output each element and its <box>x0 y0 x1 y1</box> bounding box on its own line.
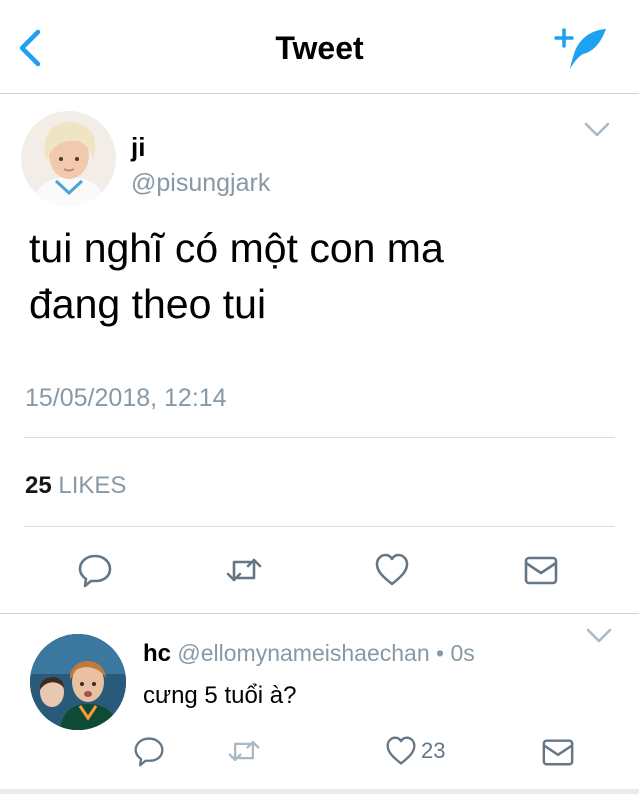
likes-label: LIKES <box>58 472 127 499</box>
reply-like-count: 23 <box>421 738 446 763</box>
reply-author-name: hc <box>143 640 172 667</box>
tweet-timestamp: 15/05/2018, 12:14 <box>25 384 227 412</box>
top-bar: Tweet <box>0 0 639 94</box>
tweet-author-handle[interactable]: @pisungjark <box>131 169 270 198</box>
divider <box>0 613 639 614</box>
like-icon[interactable] <box>385 735 417 767</box>
page-title: Tweet <box>275 30 364 66</box>
avatar[interactable] <box>21 111 116 206</box>
retweet-icon[interactable] <box>226 552 262 588</box>
reply-author-handle-time: @ellomynameishaechan • 0s <box>177 640 475 666</box>
like-icon[interactable] <box>374 552 410 588</box>
chevron-down-icon[interactable] <box>585 627 613 645</box>
reply-text: cưng 5 tuổi à? <box>143 682 297 709</box>
likes-summary[interactable]: 25 LIKES <box>25 472 126 500</box>
reply-icon[interactable] <box>77 552 113 588</box>
likes-count: 25 <box>25 472 52 499</box>
direct-message-icon[interactable] <box>523 552 559 588</box>
tweet-text-line: đang theo tui <box>29 281 267 327</box>
direct-message-icon[interactable] <box>541 735 575 769</box>
tweet-text: tui nghĩ có một con ma đang theo tui <box>29 220 609 332</box>
compose-tweet-icon[interactable] <box>550 26 610 72</box>
divider <box>24 437 615 438</box>
tweet-text-line: tui nghĩ có một con ma <box>29 225 444 271</box>
tweet-author-name[interactable]: ji <box>131 132 145 163</box>
bottom-divider <box>0 789 639 794</box>
reply-author[interactable]: hc @ellomynameishaechan • 0s <box>143 640 475 668</box>
retweet-icon[interactable] <box>228 735 260 767</box>
divider <box>24 526 615 527</box>
reply-icon[interactable] <box>133 735 165 767</box>
chevron-down-icon[interactable] <box>583 121 611 139</box>
reply-avatar[interactable] <box>30 634 126 730</box>
